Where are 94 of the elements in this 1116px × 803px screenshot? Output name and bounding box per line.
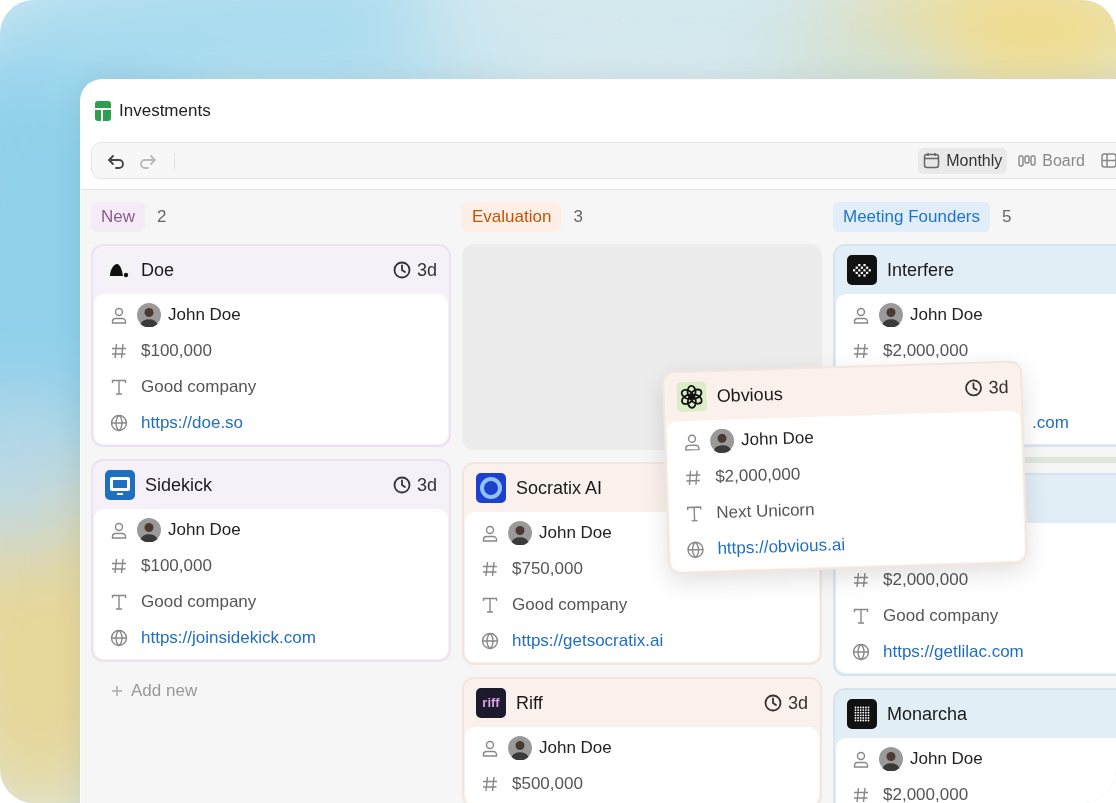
person-name: John Doe: [168, 519, 241, 542]
avatar-icon: [508, 736, 532, 760]
description-text: Good company: [141, 376, 257, 399]
amount-value: $750,000: [512, 558, 583, 581]
globe-icon: [110, 629, 128, 647]
calendar-icon: [923, 152, 941, 169]
table-icon: [1101, 152, 1116, 169]
avatar-icon: [137, 303, 161, 327]
text-icon: [852, 607, 870, 625]
person-icon: [852, 750, 870, 768]
spreadsheet-icon: [95, 101, 111, 121]
amount-value: $2,000,000: [714, 463, 801, 489]
text-icon: [110, 378, 128, 396]
avatar-icon: [137, 518, 161, 542]
monitor-icon: [105, 470, 135, 500]
hash-icon: [481, 560, 499, 578]
status-tag: Meeting Founders: [833, 202, 991, 232]
description-text: Next Unicorn: [715, 499, 815, 525]
deal-card[interactable]: riff Riff 3d John Doe $500,000: [462, 677, 822, 803]
deal-card[interactable]: Doe 3d John Doe $100,000 Good company https://doe.so: [91, 244, 451, 447]
clock-icon: [392, 476, 411, 494]
person-name: John Doe: [910, 304, 983, 327]
amount-value: $100,000: [141, 555, 212, 578]
person-icon: [852, 306, 870, 324]
company-name: Monarcha: [887, 702, 968, 726]
website-link[interactable]: .com: [1032, 410, 1069, 436]
flower-icon: [676, 381, 708, 413]
person-icon: [481, 739, 499, 757]
text-icon: [110, 593, 128, 611]
dots-icon: [847, 699, 877, 729]
person-name: John Doe: [910, 748, 983, 771]
avatar-icon: [879, 747, 903, 771]
company-name: Sidekick: [145, 473, 213, 497]
avatar-icon: [508, 521, 532, 545]
amount-value: $2,000,000: [883, 784, 969, 803]
amount-value: $100,000: [141, 340, 212, 363]
count-label: 5: [1002, 206, 1012, 229]
website-link[interactable]: https://joinsidekick.com: [141, 625, 316, 651]
globe-icon: [481, 632, 499, 650]
clock-icon: [964, 378, 983, 398]
company-name: Doe: [141, 258, 175, 282]
avatar-icon: [879, 303, 903, 327]
count-label: 2: [157, 206, 167, 229]
person-name: John Doe: [539, 737, 612, 760]
person-name: John Doe: [539, 522, 612, 545]
hash-icon: [110, 557, 128, 575]
clock-icon: [392, 261, 411, 279]
person-icon: [481, 524, 499, 542]
globe-icon: [110, 414, 128, 432]
view-tab[interactable]: Monthly: [918, 147, 1008, 174]
person-icon: [110, 306, 128, 324]
clock-icon: [763, 694, 782, 712]
globe-icon: [852, 643, 870, 661]
status-tag: New: [91, 202, 145, 232]
company-name: Socratix AI: [516, 476, 603, 500]
plus-icon: [111, 685, 123, 697]
hash-icon: [481, 775, 499, 793]
amount-value: $500,000: [512, 773, 583, 796]
globe-icon: [686, 540, 705, 559]
window-title: Investments: [119, 100, 211, 123]
logo: riff: [476, 688, 506, 718]
age-label: 3d: [964, 373, 1009, 402]
grid-icon: [847, 255, 877, 285]
person-icon: [682, 432, 702, 452]
text-icon: [685, 504, 704, 524]
person-name: John Doe: [168, 304, 241, 327]
description-text: Good company: [883, 605, 999, 628]
age-label: 3d: [392, 471, 437, 499]
count-label: 3: [573, 206, 583, 229]
age-label: 3d: [763, 689, 808, 717]
avatar-icon: [709, 428, 735, 454]
hash-icon: [852, 342, 870, 360]
hash-icon: [683, 468, 703, 488]
hash-icon: [852, 571, 870, 589]
website-link[interactable]: https://getlilac.com: [883, 639, 1024, 665]
age-label: 3d: [392, 256, 437, 284]
hash-icon: [852, 786, 870, 803]
hash-icon: [110, 342, 128, 360]
text-icon: [481, 596, 499, 614]
board-icon: [1018, 152, 1037, 169]
amount-value: $2,000,000: [883, 340, 969, 363]
website-link[interactable]: https://doe.so: [141, 410, 244, 436]
person-name: John Doe: [740, 427, 815, 452]
person-icon: [110, 521, 128, 539]
ring-icon: [476, 473, 506, 503]
deal-card[interactable]: Sidekick 3d John Doe $100,000 Good company https://joinsidekick.com: [91, 459, 451, 662]
company-name: Obvious: [716, 382, 784, 408]
company-name: Riff: [516, 691, 543, 715]
description-text: Good company: [141, 591, 257, 614]
description-text: Good company: [512, 594, 628, 617]
deal-card[interactable]: Monarcha John Doe $2,000,000: [833, 688, 1116, 803]
website-link[interactable]: https://getsocratix.ai: [512, 628, 664, 654]
status-tag: Evaluation: [462, 202, 562, 232]
company-name: Interfere: [887, 258, 955, 282]
